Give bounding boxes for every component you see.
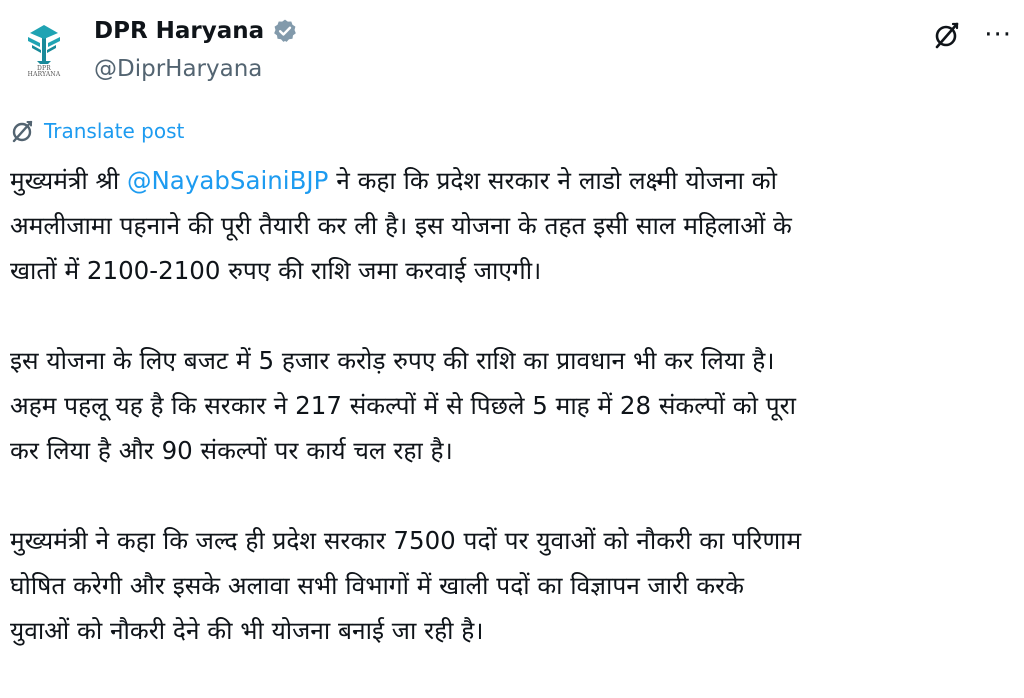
post-paragraph-2: इस योजना के लिए बजट में 5 हजार करोड़ रुप…: [10, 338, 1010, 473]
account-handle[interactable]: @DiprHaryana: [94, 56, 262, 82]
post-paragraph-3: मुख्यमंत्री ने कहा कि जल्द ही प्रदेश सरक…: [10, 518, 1010, 653]
post-line: मुख्यमंत्री ने कहा कि जल्द ही प्रदेश सरक…: [10, 526, 802, 555]
post-line: घोषित करेगी और इसके अलावा सभी विभागों मे…: [10, 571, 744, 600]
mention-link[interactable]: @NayabSainiBJP: [127, 166, 328, 195]
translate-post-label: Translate post: [44, 119, 185, 143]
avatar[interactable]: DPR HARYANA: [14, 20, 74, 80]
post-line: अमलीजामा पहनाने की पूरी तैयारी कर ली है।…: [10, 211, 792, 240]
post-text-segment: मुख्यमंत्री श्री: [10, 166, 127, 195]
verified-badge-icon[interactable]: [272, 18, 298, 44]
translate-post-link[interactable]: Translate post: [10, 118, 184, 144]
post-line: मुख्यमंत्री श्री @NayabSainiBJP ने कहा क…: [10, 158, 1010, 203]
post-text-segment: ने कहा कि प्रदेश सरकार ने लाडो लक्ष्मी य…: [328, 166, 777, 195]
avatar-caption: DPR HARYANA: [27, 65, 61, 78]
top-actions: ···: [932, 20, 1012, 50]
grok-icon[interactable]: [932, 20, 962, 50]
display-name[interactable]: DPR Haryana: [94, 18, 264, 44]
post-line: खातों में 2100-2100 रुपए की राशि जमा करव…: [10, 256, 542, 285]
post-line: अहम पहलू यह है कि सरकार ने 217 संकल्पों …: [10, 391, 797, 420]
post-text: मुख्यमंत्री श्री @NayabSainiBJP ने कहा क…: [10, 158, 1010, 698]
dpr-haryana-logo-icon: [28, 24, 60, 64]
post-line: इस योजना के लिए बजट में 5 हजार करोड़ रुप…: [10, 346, 775, 375]
avatar-caption-line2: HARYANA: [27, 70, 61, 78]
post-line: कर लिया है और 90 संकल्पों पर कार्य चल रह…: [10, 436, 453, 465]
more-options-icon[interactable]: ···: [984, 22, 1012, 48]
name-row: DPR Haryana: [94, 18, 298, 44]
translate-icon: [12, 120, 33, 143]
post-line: युवाओं को नौकरी देने की भी योजना बनाई जा…: [10, 616, 484, 645]
post-paragraph-1: मुख्यमंत्री श्री @NayabSainiBJP ने कहा क…: [10, 158, 1010, 293]
post-header: DPR HARYANA DPR Haryana @DiprHaryana ···: [0, 0, 1024, 110]
